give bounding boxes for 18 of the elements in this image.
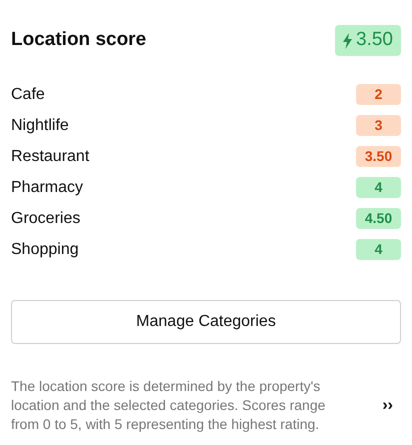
lightning-icon [343,32,352,48]
score-value: 3.50 [356,28,393,52]
description-text: The location score is determined by the property's location and the selected categories. Scores range from 0 to 5, with 5 representing the highest rating. [11,377,326,434]
category-name: Shopping [11,240,79,260]
score-badge: 4 [356,239,401,260]
category-name: Restaurant [11,146,90,166]
score-badge: 2 [356,84,401,105]
score-badge: 3.50 [356,146,401,167]
category-name: Pharmacy [11,178,84,198]
category-name: Nightlife [11,116,69,136]
expand-button[interactable]: ›› [382,394,393,418]
category-name: Groceries [11,208,80,228]
manage-categories-button[interactable]: Manage Categories [11,300,401,344]
score-badge: 4.50 [356,208,401,229]
section-title: Location score [11,28,146,52]
score-badge: 4 [356,177,401,198]
score-badge: 3 [356,115,401,136]
category-name: Cafe [11,84,45,104]
